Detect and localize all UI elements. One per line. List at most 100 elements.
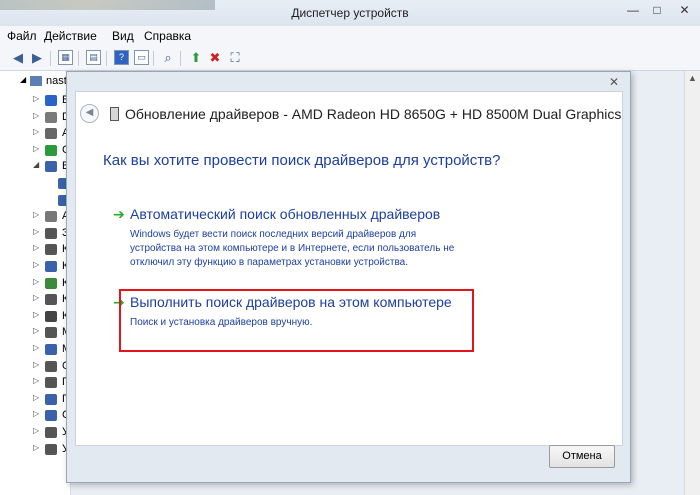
device-category-icon <box>45 377 57 389</box>
expand-arrow-icon[interactable]: ▷ <box>33 144 39 153</box>
expand-arrow-icon[interactable]: ▷ <box>33 111 39 120</box>
expand-arrow-icon[interactable]: ▷ <box>33 127 39 136</box>
tree-item[interactable]: ▷К <box>0 276 70 292</box>
tree-item[interactable] <box>0 176 70 192</box>
device-category-icon <box>45 261 57 272</box>
maximize-button[interactable]: □ <box>646 2 668 19</box>
disable-device-icon[interactable]: ✖ <box>207 50 223 66</box>
menu-file[interactable]: Файл <box>7 29 37 43</box>
tree-item[interactable]: ▷У <box>0 442 70 458</box>
expand-arrow-icon[interactable]: ▷ <box>33 393 39 402</box>
expand-arrow-icon[interactable]: ▷ <box>33 426 39 435</box>
properties-icon[interactable]: ▦ <box>58 50 73 65</box>
dialog-close-button[interactable]: ✕ <box>604 75 624 89</box>
tree-item[interactable]: ▷К <box>0 292 70 308</box>
tree-item[interactable]: ▷B <box>0 93 70 109</box>
expand-arrow-icon[interactable]: ◢ <box>33 160 39 169</box>
tree-item[interactable]: ▷К <box>0 259 70 275</box>
forward-icon[interactable]: ▶ <box>29 50 45 66</box>
device-category-icon <box>45 410 57 422</box>
help-icon[interactable]: ? <box>114 50 129 65</box>
device-category-icon <box>45 227 57 239</box>
back-icon[interactable]: ◀ <box>10 50 26 66</box>
expand-arrow-icon[interactable]: ▷ <box>33 310 39 319</box>
expand-arrow-icon[interactable]: ▷ <box>33 293 39 302</box>
expand-arrow-icon[interactable]: ▷ <box>33 409 39 418</box>
expand-arrow-icon[interactable]: ▷ <box>33 227 39 236</box>
device-tree: ◢ nast ▷B▷D▷A▷C◢B▷A▷З▷К▷К▷К▷К▷К▷М▷М▷О▷П▷… <box>0 71 71 495</box>
expand-arrow-icon[interactable]: ▷ <box>33 277 39 286</box>
menu-help[interactable]: Справка <box>144 29 191 43</box>
device-category-icon <box>45 144 57 156</box>
search-question: Как вы хотите провести поиск драйверов д… <box>103 152 501 169</box>
expand-arrow-icon[interactable]: ▷ <box>33 210 39 219</box>
device-category-icon <box>45 111 57 123</box>
tree-item[interactable]: ▷D <box>0 110 70 126</box>
toolbar-separator <box>153 51 154 66</box>
expand-arrow-icon[interactable]: ◢ <box>20 75 26 84</box>
auto-search-option[interactable]: ➔ Автоматический поиск обновленных драйв… <box>113 206 473 276</box>
title-bar: Диспетчер устройств — □ ✕ <box>0 0 700 26</box>
device-category-icon <box>45 211 57 223</box>
tree-item[interactable]: ▷С <box>0 408 70 424</box>
tree-item[interactable]: ▷A <box>0 209 70 225</box>
expand-arrow-icon[interactable]: ▷ <box>33 443 39 452</box>
menu-action[interactable]: Действие <box>44 29 97 43</box>
toolbar-separator <box>180 51 181 66</box>
toolbar-separator <box>106 51 107 66</box>
uninstall-icon[interactable]: ⛶ <box>227 50 243 66</box>
device-category-icon <box>45 393 57 405</box>
dialog-title: Обновление драйверов - AMD Radeon HD 865… <box>125 106 622 122</box>
computer-icon <box>30 76 42 86</box>
expand-arrow-icon[interactable]: ▷ <box>33 326 39 335</box>
tree-item[interactable]: ▷П <box>0 375 70 391</box>
vertical-scrollbar[interactable]: ▲ <box>684 71 700 495</box>
device-category-icon <box>45 244 57 256</box>
expand-arrow-icon[interactable]: ▷ <box>33 376 39 385</box>
expand-arrow-icon[interactable]: ▷ <box>33 343 39 352</box>
device-icon <box>110 107 119 121</box>
green-arrow-icon: ➔ <box>113 206 125 222</box>
update-driver-dialog: ✕ ◀ Обновление драйверов - AMD Radeon HD… <box>66 71 631 483</box>
cancel-button[interactable]: Отмена <box>549 445 615 468</box>
tree-item[interactable]: ▷П <box>0 392 70 408</box>
tree-item[interactable]: ◢B <box>0 159 70 175</box>
tree-item[interactable]: ▷К <box>0 309 70 325</box>
scroll-up-icon[interactable]: ▲ <box>688 73 697 83</box>
tree-item[interactable]: ▷М <box>0 325 71 341</box>
auto-search-heading[interactable]: Автоматический поиск обновленных драйвер… <box>130 206 440 222</box>
expand-arrow-icon[interactable]: ▷ <box>33 260 39 269</box>
dialog-content: ◀ Обновление драйверов - AMD Radeon HD 8… <box>75 91 623 446</box>
tree-item[interactable]: ▷О <box>0 359 71 375</box>
device-category-icon <box>45 344 57 355</box>
tree-item[interactable]: ▷К <box>0 242 70 258</box>
device-category-icon <box>45 294 57 306</box>
minimize-button[interactable]: — <box>622 2 644 19</box>
expand-arrow-icon[interactable]: ▷ <box>33 360 39 369</box>
tree-item[interactable]: ▷У <box>0 425 70 441</box>
tree-item[interactable] <box>0 193 70 209</box>
device-category-icon <box>45 443 57 455</box>
highlight-box <box>119 289 474 352</box>
tree-item[interactable]: ▷A <box>0 126 70 142</box>
device-category-icon <box>45 277 57 289</box>
toolbar-separator <box>78 51 79 66</box>
console-icon[interactable]: ▭ <box>134 50 149 65</box>
menu-view[interactable]: Вид <box>112 29 134 43</box>
tree-root[interactable]: ◢ nast <box>0 74 70 90</box>
toolbar-separator <box>50 51 51 66</box>
toolbar: ◀ ▶ ▦ ▤ ? ▭ ⌕ ⬆ ✖ ⛶ <box>0 46 700 71</box>
tree-item[interactable]: ▷М <box>0 342 71 358</box>
tree-item[interactable]: ▷C <box>0 143 70 159</box>
scan-hardware-icon[interactable]: ⌕ <box>160 50 176 66</box>
back-arrow-icon[interactable]: ◀ <box>80 104 99 123</box>
expand-arrow-icon[interactable]: ▷ <box>33 243 39 252</box>
show-hidden-icon[interactable]: ▤ <box>86 50 101 65</box>
tree-root-label: nast <box>46 75 67 87</box>
update-driver-icon[interactable]: ⬆ <box>188 50 204 66</box>
tree-item[interactable]: ▷З <box>0 226 70 242</box>
device-category-icon <box>45 161 57 173</box>
expand-arrow-icon[interactable]: ▷ <box>33 94 39 103</box>
device-category-icon <box>45 427 57 438</box>
close-button[interactable]: ✕ <box>671 2 698 19</box>
